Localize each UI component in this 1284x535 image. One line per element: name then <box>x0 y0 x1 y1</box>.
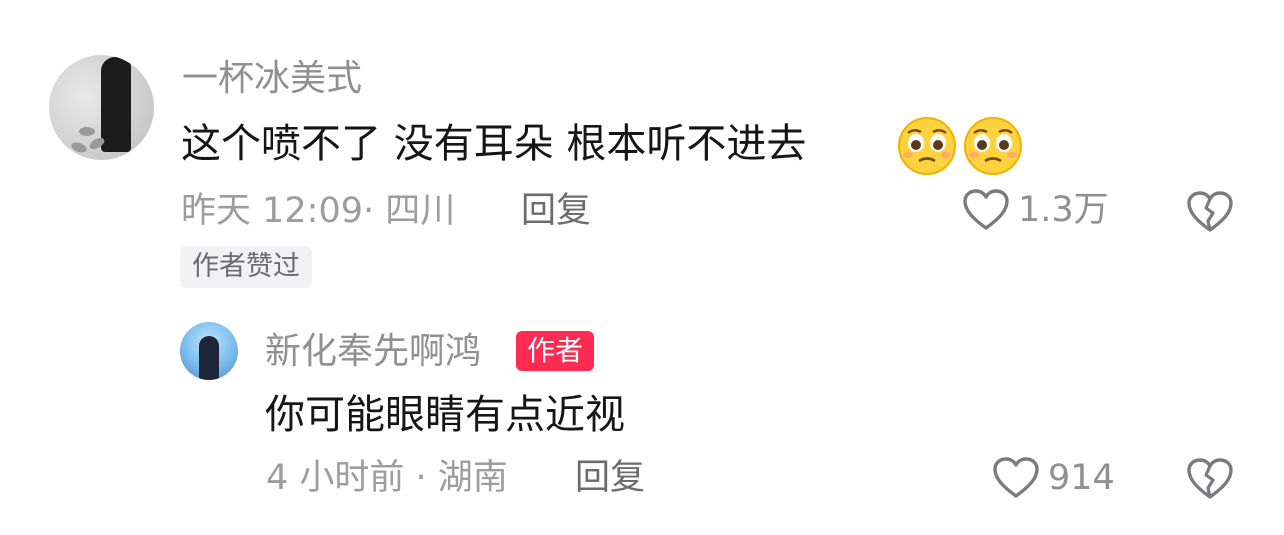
commenter-avatar[interactable] <box>49 55 154 160</box>
reply-meta: 4 小时前 · 湖南 <box>266 458 508 498</box>
like-button[interactable]: 914 <box>992 456 1115 500</box>
comment-meta: 昨天 12:09· 四川 <box>181 191 456 231</box>
author-badge: 作者 <box>516 331 595 371</box>
commenter-username[interactable]: 一杯冰美式 <box>182 61 362 97</box>
reply-button[interactable]: 回复 <box>521 194 591 229</box>
like-count: 1.3万 <box>1018 189 1109 230</box>
pleading-face-emoji <box>898 117 956 175</box>
heart-outline-icon <box>963 189 1009 230</box>
replier-username[interactable]: 新化奉先啊鸿 <box>265 334 481 370</box>
replier-avatar[interactable] <box>180 322 238 380</box>
reply-button[interactable]: 回复 <box>575 461 645 496</box>
pleading-face-emoji <box>964 117 1022 175</box>
heart-outline-icon <box>993 457 1039 498</box>
like-button[interactable]: 1.3万 <box>962 188 1109 232</box>
broken-heart-icon[interactable] <box>1186 457 1234 501</box>
like-count: 914 <box>1048 457 1115 498</box>
broken-heart-icon[interactable] <box>1186 190 1234 234</box>
comment-text: 这个喷不了 没有耳朵 根本听不进去 <box>181 121 807 167</box>
reply-text: 你可能眼睛有点近视 <box>265 392 625 438</box>
author-liked-badge: 作者赞过 <box>180 246 312 288</box>
